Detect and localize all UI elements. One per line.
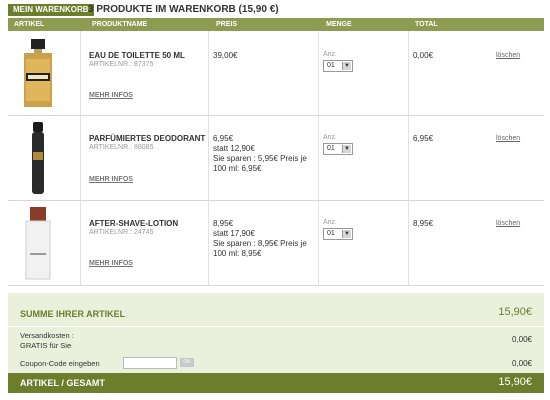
chevron-down-icon[interactable]: ▼: [342, 145, 351, 153]
grand-total-value: 15,90€: [498, 376, 532, 388]
quantity-select[interactable]: 01 ▼: [323, 143, 353, 155]
quantity-value: 01: [327, 230, 335, 237]
table-header: ARTIKEL PRODUKTNAME PREIS MENGE TOTAL: [8, 18, 544, 31]
col-artikel: ARTIKEL: [14, 21, 45, 28]
row-total: 6,95€: [413, 134, 434, 143]
quantity-value: 01: [327, 62, 335, 69]
divider: [318, 116, 319, 200]
table-row: EAU DE TOILETTE 50 ML ARTIKELNR.: 87375 …: [8, 31, 544, 116]
quantity-label: Anz.: [323, 219, 338, 226]
coupon-label: Coupon-Code eingeben: [20, 359, 100, 368]
divider: [408, 201, 409, 285]
quantity-label: Anz.: [323, 51, 338, 58]
divider: [408, 116, 409, 200]
price-original: statt 12,90€: [213, 144, 255, 153]
coupon-value: 0,00€: [511, 359, 532, 368]
more-info-link[interactable]: MEHR INFOS: [89, 260, 133, 267]
col-produktname: PRODUKTNAME: [92, 21, 148, 28]
cart-header: MEIN WARENKORB 3 PRODUKTE IM WARENKORB (…: [0, 0, 550, 18]
aftershave-bottle-icon[interactable]: [20, 205, 56, 281]
my-cart-tab[interactable]: MEIN WARENKORB: [8, 4, 94, 16]
price-savings: Sie sparen : 8,95€ Preis je: [213, 239, 307, 248]
article-number: ARTIKELNR.: 88085: [89, 144, 154, 151]
divider: [408, 31, 409, 115]
shipping-value: 0,00€: [511, 335, 532, 344]
divider: [80, 31, 81, 115]
quantity-value: 01: [327, 145, 335, 152]
delete-link[interactable]: löschen: [496, 52, 520, 59]
quantity-select[interactable]: 01 ▼: [323, 228, 353, 240]
table-row: AFTER-SHAVE-LOTION ARTIKELNR.: 24745 MEH…: [8, 201, 544, 286]
quantity-select[interactable]: 01 ▼: [323, 60, 353, 72]
col-menge: MENGE: [326, 21, 352, 28]
chevron-down-icon[interactable]: ▼: [342, 230, 351, 238]
shipping-line: Versandkosten :: [20, 331, 74, 340]
col-preis: PREIS: [216, 21, 238, 28]
price: 39,00€: [213, 51, 237, 61]
perfume-bottle-icon[interactable]: [20, 35, 56, 111]
divider: [80, 116, 81, 200]
shipping-free-line: GRATIS für Sie: [20, 341, 72, 350]
price-per-100ml: 100 ml: 8,95€: [213, 249, 262, 258]
product-name[interactable]: AFTER-SHAVE-LOTION: [89, 219, 178, 228]
divider: [318, 31, 319, 115]
quantity-label: Anz.: [323, 134, 338, 141]
divider: [208, 201, 209, 285]
price-original: statt 17,90€: [213, 229, 255, 238]
delete-link[interactable]: löschen: [496, 220, 520, 227]
grand-total-bar: ARTIKEL / GESAMT 15,90€: [8, 373, 544, 393]
product-name[interactable]: EAU DE TOILETTE 50 ML: [89, 51, 185, 60]
table-row: PARFÜMIERTES DEODORANT ARTIKELNR.: 88085…: [8, 116, 544, 201]
divider: [318, 201, 319, 285]
grand-total-label: ARTIKEL / GESAMT: [20, 378, 105, 388]
summary-title: SUMME IHRER ARTIKEL: [20, 309, 126, 319]
price-current: 6,95€: [213, 134, 234, 143]
row-total: 0,00€: [413, 51, 434, 60]
summary-value: 15,90€: [498, 306, 532, 318]
delete-link[interactable]: löschen: [496, 135, 520, 142]
divider: [8, 326, 544, 327]
more-info-link[interactable]: MEHR INFOS: [89, 92, 133, 99]
col-total: TOTAL: [415, 21, 438, 28]
article-number: ARTIKELNR.: 87375: [89, 61, 154, 68]
coupon-ok-button[interactable]: OK: [180, 358, 194, 367]
divider: [80, 201, 81, 285]
price-savings: Sie sparen : 5,95€ Preis je: [213, 154, 307, 163]
divider: [208, 116, 209, 200]
shipping-label: Versandkosten : GRATIS für Sie: [20, 331, 74, 351]
price-per-100ml: 100 ml: 6,95€: [213, 164, 262, 173]
product-name[interactable]: PARFÜMIERTES DEODORANT: [89, 134, 205, 143]
row-total: 8,95€: [413, 219, 434, 228]
price-current: 39,00€: [213, 51, 238, 60]
article-number: ARTIKELNR.: 24745: [89, 229, 154, 236]
price-current: 8,95€: [213, 219, 234, 228]
price: 8,95€ statt 17,90€ Sie sparen : 8,95€ Pr…: [213, 219, 307, 259]
more-info-link[interactable]: MEHR INFOS: [89, 176, 133, 183]
divider: [208, 31, 209, 115]
deodorant-can-icon[interactable]: [20, 120, 56, 196]
coupon-input[interactable]: [123, 357, 177, 369]
price: 6,95€ statt 12,90€ Sie sparen : 5,95€ Pr…: [213, 134, 307, 174]
cart-summary: SUMME IHRER ARTIKEL 15,90€ Versandkosten…: [8, 293, 544, 393]
chevron-down-icon[interactable]: ▼: [342, 62, 351, 70]
cart-title: 3 PRODUKTE IM WARENKORB (15,90 €): [88, 4, 279, 15]
